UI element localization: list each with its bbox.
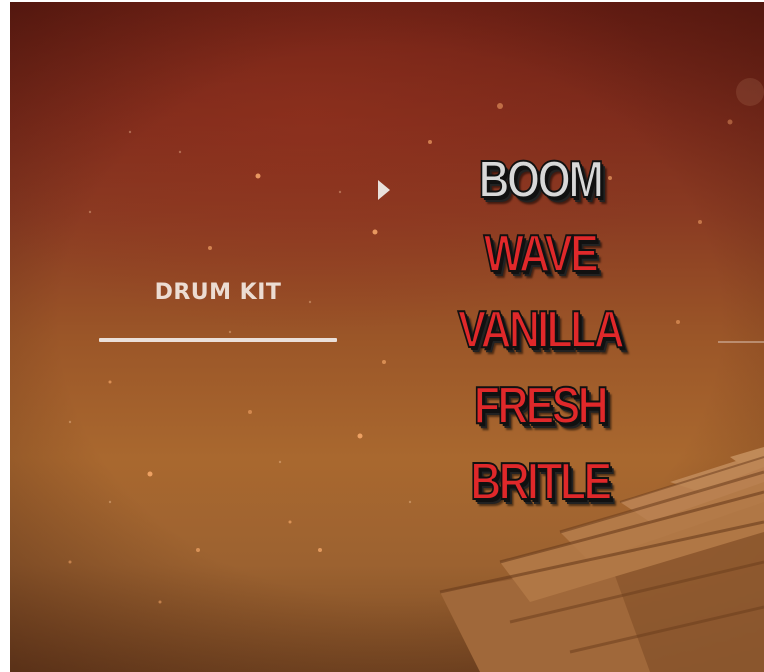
drum-kit-label: DRUM KIT — [154, 280, 282, 305]
kit-item-fresh[interactable]: FRESH — [433, 377, 646, 435]
kit-item-boom[interactable]: BOOM — [433, 151, 646, 209]
kit-list: BOOM WAVE VANILLA FRESH BRITLE — [410, 151, 670, 532]
drum-kit-panel: DRUM KIT BOOM WAVE VANILLA FRESH BRITLE — [10, 2, 764, 672]
drum-kit-underline — [99, 338, 337, 342]
play-triangle-icon — [378, 180, 390, 200]
kit-item-vanilla[interactable]: VANILLA — [433, 301, 646, 359]
divider-line — [718, 341, 764, 343]
kit-item-britle[interactable]: BRITLE — [433, 453, 646, 511]
kit-item-wave[interactable]: WAVE — [433, 225, 646, 283]
